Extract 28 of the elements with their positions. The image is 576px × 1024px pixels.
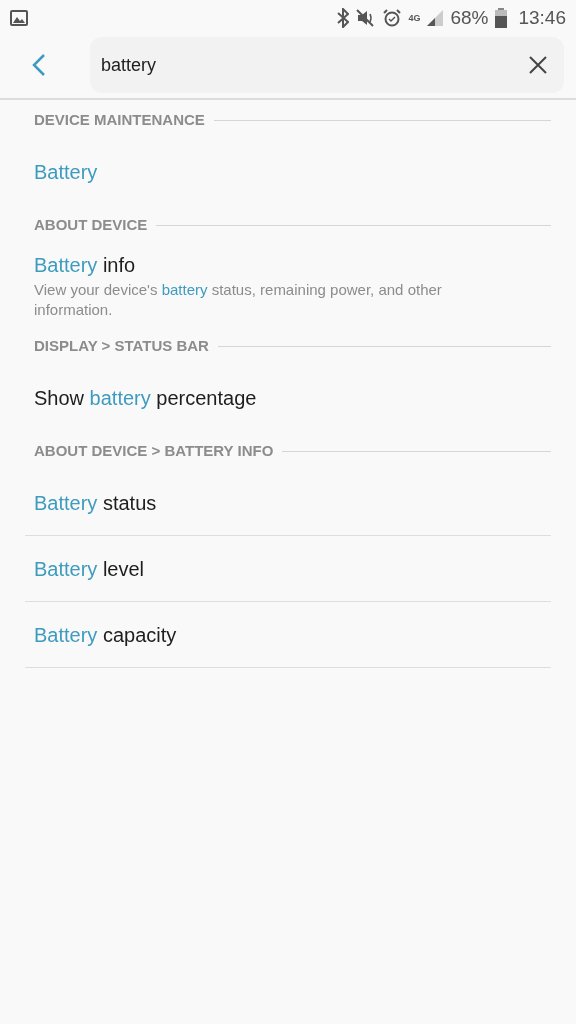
result-item[interactable]: Battery capacity bbox=[25, 602, 551, 668]
result-item[interactable]: Battery info View your device's battery status, remaining power, and other information. bbox=[25, 244, 551, 326]
result-title: Battery info bbox=[34, 253, 137, 278]
search-bar[interactable]: battery bbox=[90, 37, 564, 93]
section-header: DEVICE MAINTENANCE bbox=[34, 109, 205, 130]
result-title: Battery level bbox=[34, 556, 146, 582]
network-type: 4G bbox=[408, 13, 421, 23]
bluetooth-icon bbox=[337, 8, 350, 28]
signal-icon bbox=[427, 10, 444, 26]
image-icon bbox=[10, 10, 28, 26]
alarm-icon bbox=[383, 9, 402, 27]
back-icon bbox=[32, 53, 46, 77]
result-title: Show battery percentage bbox=[34, 386, 258, 411]
result-title: Battery status bbox=[34, 490, 158, 516]
result-description: View your device's battery status, remaining power, and other information. bbox=[34, 280, 443, 320]
battery-percent: 68% bbox=[450, 5, 489, 30]
section-header: ABOUT DEVICE bbox=[34, 214, 148, 235]
section-header: ABOUT DEVICE > BATTERY INFO bbox=[34, 440, 274, 461]
result-title: Battery capacity bbox=[34, 622, 178, 648]
close-icon[interactable] bbox=[528, 55, 548, 75]
result-item[interactable]: Battery level bbox=[25, 536, 551, 602]
battery-icon bbox=[495, 8, 508, 28]
result-item[interactable]: Show battery percentage bbox=[25, 365, 551, 431]
search-field[interactable]: battery bbox=[101, 51, 528, 79]
result-item[interactable]: Battery status bbox=[25, 470, 551, 536]
result-title: Battery bbox=[34, 160, 99, 185]
clock-time: 13:46 bbox=[518, 5, 566, 30]
section-header: DISPLAY > STATUS BAR bbox=[34, 335, 209, 356]
